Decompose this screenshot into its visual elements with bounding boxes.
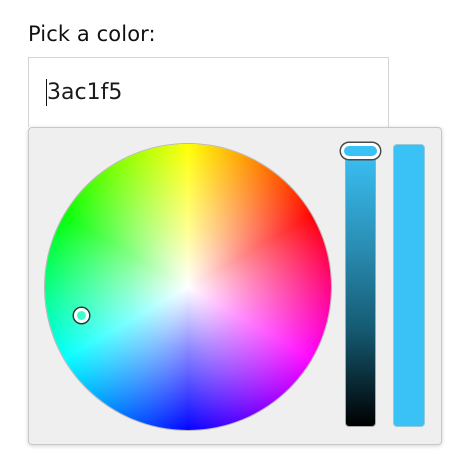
color-preview-swatch xyxy=(393,144,425,427)
color-picker-popup xyxy=(28,127,442,445)
pick-color-label: Pick a color: xyxy=(28,22,156,46)
color-hex-value: 3ac1f5 xyxy=(47,80,123,105)
brightness-slider[interactable] xyxy=(345,150,376,427)
color-hex-input[interactable]: 3ac1f5 xyxy=(28,57,389,127)
color-picker-screen: Pick a color: 3ac1f5 xyxy=(0,0,474,474)
wheel-selector-handle-icon[interactable] xyxy=(74,308,89,323)
brightness-slider-thumb[interactable] xyxy=(341,143,380,159)
hue-saturation-wheel[interactable] xyxy=(45,144,331,430)
